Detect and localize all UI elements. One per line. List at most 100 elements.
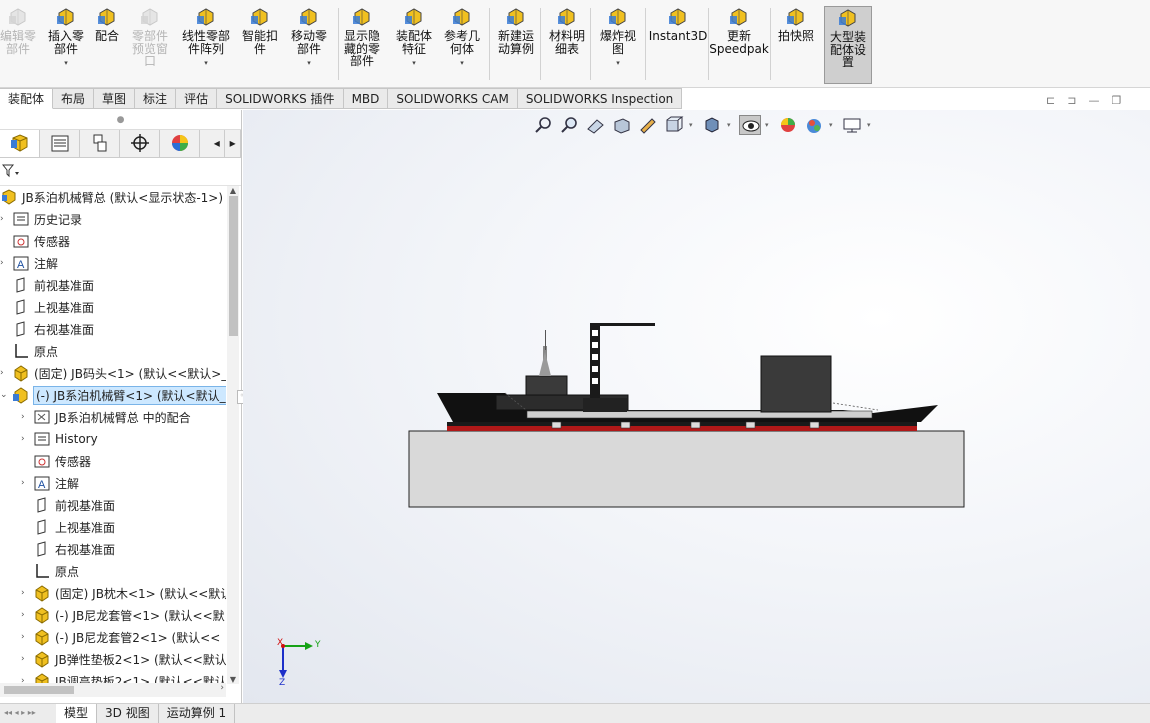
scroll-right-icon[interactable]: › <box>220 683 224 693</box>
h-scroll-thumb[interactable] <box>4 686 74 694</box>
tree-item[interactable]: › A 注解 <box>21 472 79 494</box>
ship-model[interactable] <box>437 323 938 431</box>
tree-item[interactable]: 传感器 <box>0 230 70 252</box>
ribbon-button-label: 零部件 预览窗 口 <box>131 29 168 68</box>
panel-splitter[interactable]: ● <box>0 110 241 130</box>
tab-8[interactable]: SOLIDWORKS Inspection <box>517 88 683 109</box>
scroll-thumb[interactable] <box>229 196 238 336</box>
scroll-up-icon[interactable]: ▲ <box>227 186 239 195</box>
dropdown-arrow-icon[interactable]: ▾ <box>204 57 208 70</box>
ribbon-button-label: 移动零 部件 <box>290 29 327 56</box>
feature-manager-tab[interactable] <box>0 130 40 157</box>
tree-item[interactable]: › 历史记录 <box>0 208 82 230</box>
tab-nav-arrows[interactable]: ◂◂ ◂ ▸ ▸▸ <box>0 704 56 723</box>
ribbon-button-15[interactable]: 拍快照 <box>776 6 816 84</box>
tree-item[interactable]: 上视基准面 <box>21 516 115 538</box>
tree-item[interactable]: › A 注解 <box>0 252 58 274</box>
ribbon-button-14[interactable]: 更新 Speedpak <box>709 6 769 84</box>
expand-toggle-icon[interactable]: › <box>21 632 31 642</box>
tree-item[interactable]: › (-) JB尼龙套管<1> (默认<<默 <box>21 604 225 626</box>
ribbon-button-2[interactable]: 配合 <box>92 6 122 84</box>
tab-5[interactable]: SOLIDWORKS 插件 <box>217 88 344 109</box>
minimize-icon[interactable]: — <box>1088 94 1099 107</box>
tab-6[interactable]: MBD <box>343 88 389 109</box>
tab-1[interactable]: 布局 <box>53 88 95 109</box>
tree-item[interactable]: 上视基准面 <box>0 296 94 318</box>
bottom-tab-2[interactable]: 运动算例 1 <box>159 704 236 723</box>
tree-item[interactable]: 原点 <box>0 340 58 362</box>
tree-item[interactable]: 前视基准面 <box>21 494 115 516</box>
tab-2[interactable]: 草图 <box>94 88 136 109</box>
dimxpert-tab[interactable] <box>120 130 160 157</box>
tab-3[interactable]: 标注 <box>135 88 177 109</box>
origin-icon <box>33 562 51 580</box>
ribbon-button-13[interactable]: Instant3D <box>649 6 707 84</box>
tree-item[interactable]: 前视基准面 <box>0 274 94 296</box>
expand-toggle-icon[interactable]: › <box>21 610 31 620</box>
dropdown-arrow-icon[interactable]: ▾ <box>460 57 464 70</box>
bottom-tab-1[interactable]: 3D 视图 <box>97 704 159 723</box>
tree-item[interactable]: 传感器 <box>21 450 91 472</box>
triad-x-label: X <box>277 638 284 648</box>
ribbon-button-7[interactable]: 显示隐 藏的零 部件 <box>340 6 384 84</box>
prev-icon[interactable]: ⊏ <box>1046 94 1055 107</box>
tree-item[interactable]: › History <box>21 428 98 450</box>
next-icon[interactable]: ⊐ <box>1067 94 1076 107</box>
tree-item[interactable]: › (-) JB尼龙套管2<1> (默认<< <box>21 626 220 648</box>
expand-toggle-icon[interactable]: › <box>21 478 31 488</box>
ribbon-button-1[interactable]: 插入零 部件 ▾ <box>44 6 88 84</box>
tree-item[interactable]: ⌄ (-) JB系泊机械臂<1> (默认<默认_ <box>0 384 226 406</box>
ribbon-button-8[interactable]: 装配体 特征 ▾ <box>392 6 436 84</box>
property-list-icon <box>51 135 69 152</box>
ribbon-button-4[interactable]: 线性零部 件阵列 ▾ <box>178 6 234 84</box>
tree-horizontal-scrollbar[interactable]: › <box>0 683 226 697</box>
tab-scroll-left-icon[interactable]: ◂ <box>209 130 226 157</box>
graphics-area[interactable]: ▾ ▾ ▾ ▾ ▾ X Y Z <box>243 110 1150 703</box>
expand-toggle-icon[interactable]: › <box>21 588 31 598</box>
tree-vertical-scrollbar[interactable]: ▲ ▼ <box>227 186 239 684</box>
expand-toggle-icon[interactable]: › <box>21 434 31 444</box>
expand-toggle-icon[interactable]: › <box>21 654 31 664</box>
dropdown-arrow-icon[interactable]: ▾ <box>412 57 416 70</box>
ribbon-button-3[interactable]: 零部件 预览窗 口 <box>128 6 172 84</box>
tab-7[interactable]: SOLIDWORKS CAM <box>388 88 518 109</box>
ribbon-button-11[interactable]: 材料明 细表 <box>544 6 590 84</box>
filter-icon[interactable] <box>1 164 22 178</box>
ribbon-button-16[interactable]: 大型装 配体设 置 <box>824 6 872 84</box>
scroll-down-icon[interactable]: ▼ <box>227 675 239 684</box>
ribbon-button-5[interactable]: 智能扣 件 <box>238 6 282 84</box>
assembly-model-view[interactable] <box>243 110 1150 703</box>
dropdown-arrow-icon[interactable]: ▾ <box>64 57 68 70</box>
tree-item[interactable]: › JB调高垫板2<1> (默认<<默认 <box>21 670 226 684</box>
dock-block[interactable] <box>408 430 965 508</box>
tree-item[interactable]: › JB弹性垫板2<1> (默认<<默认 <box>21 648 226 670</box>
property-manager-tab[interactable] <box>40 130 80 157</box>
plane-icon <box>12 320 30 338</box>
tab-4[interactable]: 评估 <box>176 88 218 109</box>
tree-item[interactable]: 右视基准面 <box>21 538 115 560</box>
dropdown-arrow-icon[interactable]: ▾ <box>616 57 620 70</box>
expand-toggle-icon[interactable]: › <box>0 214 10 224</box>
tree-item[interactable]: 右视基准面 <box>0 318 94 340</box>
ribbon-button-6[interactable]: 移动零 部件 ▾ <box>286 6 332 84</box>
ribbon-button-12[interactable]: 爆炸视 图 ▾ <box>596 6 640 84</box>
ribbon-button-0[interactable]: 编辑零 部件 <box>0 6 36 84</box>
tab-scroll-right-icon[interactable]: ▸ <box>225 130 241 157</box>
display-manager-tab[interactable] <box>160 130 200 157</box>
ribbon-button-9[interactable]: 参考几 何体 ▾ <box>440 6 484 84</box>
tree-item[interactable]: › (固定) JB码头<1> (默认<<默认>_ <box>0 362 226 384</box>
expand-toggle-icon[interactable]: › <box>0 258 10 268</box>
tab-0[interactable]: 装配体 <box>0 88 54 109</box>
expand-toggle-icon[interactable]: › <box>21 412 31 422</box>
expand-toggle-icon[interactable]: › <box>0 368 10 378</box>
tree-item[interactable]: › JB系泊机械臂总 中的配合 <box>21 406 191 428</box>
bottom-tab-0[interactable]: 模型 <box>56 704 98 723</box>
expand-toggle-icon[interactable]: ⌄ <box>0 390 10 400</box>
tree-item[interactable]: 原点 <box>21 560 79 582</box>
tree-item[interactable]: › (固定) JB枕木<1> (默认<<默认 <box>21 582 226 604</box>
tree-root[interactable]: JB系泊机械臂总 (默认<显示状态-1>) <box>0 186 223 208</box>
configuration-manager-tab[interactable] <box>80 130 120 157</box>
restore-icon[interactable]: ❐ <box>1111 94 1121 107</box>
ribbon-button-10[interactable]: 新建运 动算例 <box>494 6 538 84</box>
dropdown-arrow-icon[interactable]: ▾ <box>307 57 311 70</box>
